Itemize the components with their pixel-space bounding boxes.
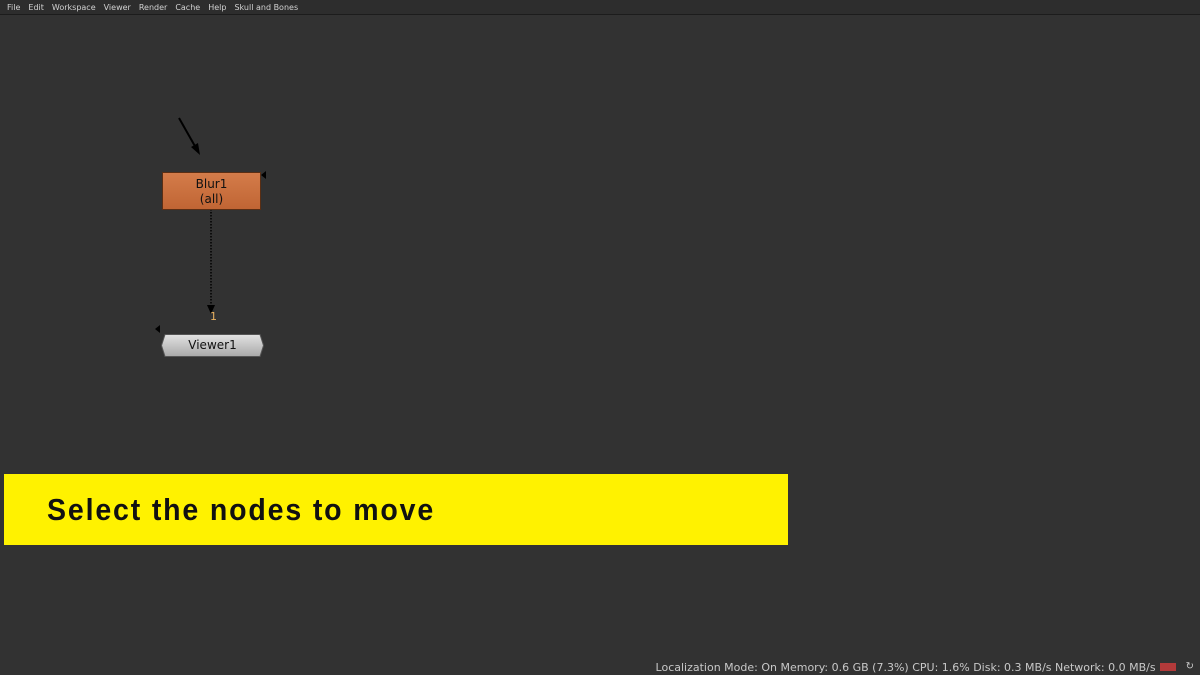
tutorial-caption-banner: Select the nodes to move	[4, 474, 788, 545]
memory-indicator[interactable]	[1159, 663, 1176, 671]
blur-mask-input[interactable]	[261, 171, 266, 179]
node-graph[interactable]: Blur1 (all) 1 Viewer1	[1, 16, 1199, 659]
menu-viewer[interactable]: Viewer	[100, 0, 135, 15]
menu-bar: File Edit Workspace Viewer Render Cache …	[0, 0, 1200, 15]
menu-cache[interactable]: Cache	[171, 0, 204, 15]
blur-input-arrow[interactable]	[178, 117, 197, 149]
blur-node-name: Blur1	[195, 177, 228, 191]
menu-workspace[interactable]: Workspace	[48, 0, 100, 15]
menu-edit[interactable]: Edit	[24, 0, 48, 15]
blur-node[interactable]: Blur1 (all)	[162, 172, 261, 210]
blur-input-arrowhead	[191, 143, 200, 155]
viewer-input-number: 1	[210, 310, 217, 323]
viewer-node-name: Viewer1	[188, 338, 237, 352]
menu-help[interactable]: Help	[204, 0, 230, 15]
status-text: Localization Mode: On Memory: 0.6 GB (7.…	[655, 660, 1156, 674]
nuke-window: File Edit Workspace Viewer Render Cache …	[0, 0, 1200, 675]
menu-file[interactable]: File	[3, 0, 24, 15]
menu-render[interactable]: Render	[135, 0, 171, 15]
status-bar: Localization Mode: On Memory: 0.6 GB (7.…	[0, 659, 1200, 675]
menu-skull-and-bones[interactable]: Skull and Bones	[230, 0, 302, 15]
refresh-icon[interactable]: ↻	[1186, 659, 1194, 675]
blur-node-channels: (all)	[199, 192, 224, 206]
viewer-node[interactable]: Viewer1	[161, 334, 264, 357]
viewer-side-input[interactable]	[155, 325, 160, 333]
caption-text: Select the nodes to move	[47, 491, 436, 527]
